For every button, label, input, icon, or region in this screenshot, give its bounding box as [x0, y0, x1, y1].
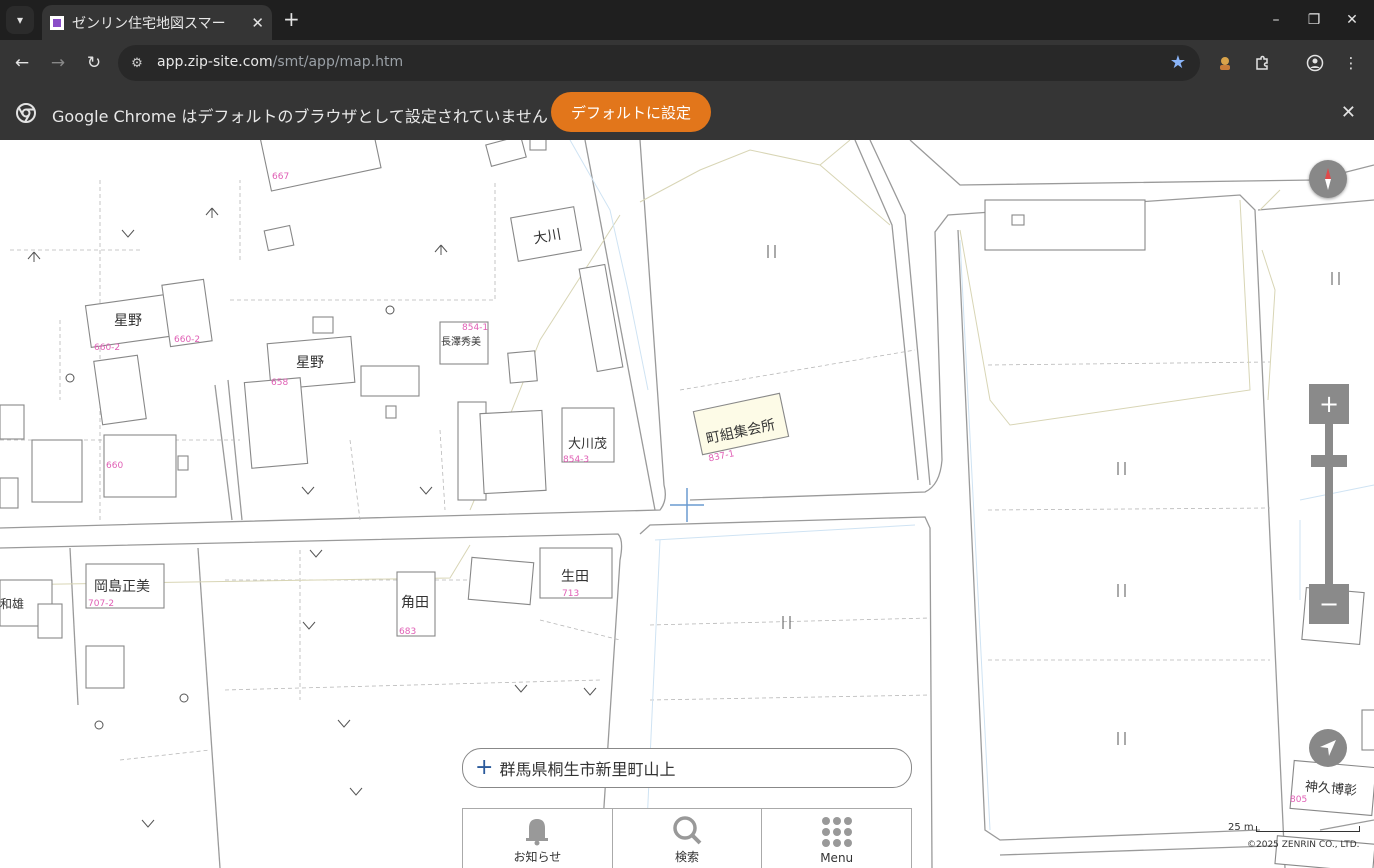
nav-notifications[interactable]: お知らせ [463, 809, 613, 868]
zoom-in-icon[interactable]: + [1309, 384, 1349, 424]
url-host: app.zip-site.com [157, 54, 273, 70]
nav-menu[interactable]: Menu [762, 809, 911, 868]
zoom-slider-handle[interactable] [1311, 455, 1347, 467]
extension-spy-icon[interactable] [1215, 53, 1235, 73]
nav-notifications-label: お知らせ [513, 850, 562, 864]
zoom-out-icon[interactable]: − [1309, 584, 1349, 624]
site-info-icon[interactable]: ⚙ [128, 54, 146, 72]
label-kakuta: 角田 [401, 595, 429, 611]
label-ookawa-shigeru: 大川茂 [568, 437, 607, 452]
label-658: 658 [271, 378, 288, 388]
label-713: 713 [562, 589, 579, 599]
browser-toolbar: ← → ↻ ⚙ app.zip-site.com/smt/app/map.htm… [0, 40, 1374, 86]
zoom-slider-track[interactable] [1325, 424, 1333, 584]
set-default-button[interactable]: デフォルトに設定 [551, 92, 711, 132]
reload-icon[interactable]: ↻ [83, 52, 105, 74]
tab-title: ゼンリン住宅地図スマー [72, 15, 226, 32]
label-667: 667 [272, 172, 289, 182]
label-660: 660 [106, 461, 123, 471]
restore-icon[interactable]: ❐ [1303, 9, 1325, 31]
chrome-icon [16, 103, 36, 123]
label-nagasawa: 長澤秀美 [441, 335, 481, 348]
url-text: app.zip-site.com/smt/app/map.htm [157, 54, 403, 70]
bottom-navigation: お知らせ 検索 Menu [462, 808, 912, 868]
new-tab-plus-icon[interactable]: + [283, 9, 300, 29]
label-854-1: 854-1 [462, 323, 488, 333]
bell-icon [526, 819, 549, 846]
infobar-close-icon[interactable]: ✕ [1341, 102, 1356, 123]
forward-icon[interactable]: → [47, 52, 69, 74]
active-tab[interactable]: ゼンリン住宅地図スマー ✕ [42, 5, 272, 40]
label-683: 683 [399, 627, 416, 637]
star-icon[interactable]: ★ [1170, 52, 1186, 73]
address-search-bar[interactable]: + 群馬県桐生市新里町山上 [462, 748, 912, 788]
label-805: 805 [1290, 795, 1307, 805]
label-660-2a: 660-2 [94, 343, 120, 353]
profile-icon[interactable] [1305, 53, 1325, 73]
map-view[interactable]: 大川 星野 星野 長澤秀美 854-1 大川茂 854-3 町組集会所 837-… [0, 140, 1374, 868]
address-text: 群馬県桐生市新里町山上 [499, 760, 676, 779]
map-center-crosshair [670, 488, 704, 522]
window-close-icon[interactable]: ✕ [1341, 9, 1363, 31]
menu-dots-icon[interactable]: ⋮ [1341, 53, 1361, 73]
label-okajima: 岡島正美 [94, 579, 150, 595]
locate-icon[interactable] [1309, 729, 1347, 767]
copyright: ©2025 ZENRIN CO., LTD. [1247, 840, 1360, 850]
compass-icon[interactable] [1309, 160, 1347, 198]
back-icon[interactable]: ← [11, 52, 33, 74]
address-bar[interactable]: ⚙ app.zip-site.com/smt/app/map.htm ★ [118, 45, 1200, 81]
scale-label: 25 m [1228, 822, 1254, 833]
nav-search-label: 検索 [675, 850, 700, 864]
label-854-3: 854-3 [563, 455, 589, 465]
label-hoshino-2: 星野 [296, 355, 324, 371]
nav-menu-label: Menu [820, 851, 854, 865]
grid-icon [821, 817, 852, 847]
label-707-2: 707-2 [88, 599, 114, 609]
label-ikuta: 生田 [561, 569, 589, 585]
extension-icon[interactable] [1252, 53, 1272, 73]
infobar-message: Google Chrome はデフォルトのブラウザとして設定されていません [52, 107, 548, 126]
search-icon [673, 816, 702, 845]
favicon [50, 15, 64, 30]
map-symbols [27, 207, 1340, 828]
close-icon[interactable]: ✕ [251, 14, 264, 32]
label-hoshino-1: 星野 [114, 313, 142, 329]
nav-search[interactable]: 検索 [613, 809, 763, 868]
tab-list-icon[interactable]: ▾ [6, 6, 34, 34]
label-660-2b: 660-2 [174, 335, 200, 345]
default-browser-infobar: Google Chrome はデフォルトのブラウザとして設定されていません デフ… [0, 86, 1374, 140]
scale-bar [1256, 826, 1360, 832]
label-kazuo: 和雄 [0, 596, 24, 611]
url-path: /smt/app/map.htm [272, 54, 404, 70]
plus-icon: + [475, 755, 494, 780]
tab-bar: ▾ ゼンリン住宅地図スマー ✕ + – ❐ ✕ [0, 0, 1374, 40]
minimize-icon[interactable]: – [1265, 9, 1287, 31]
